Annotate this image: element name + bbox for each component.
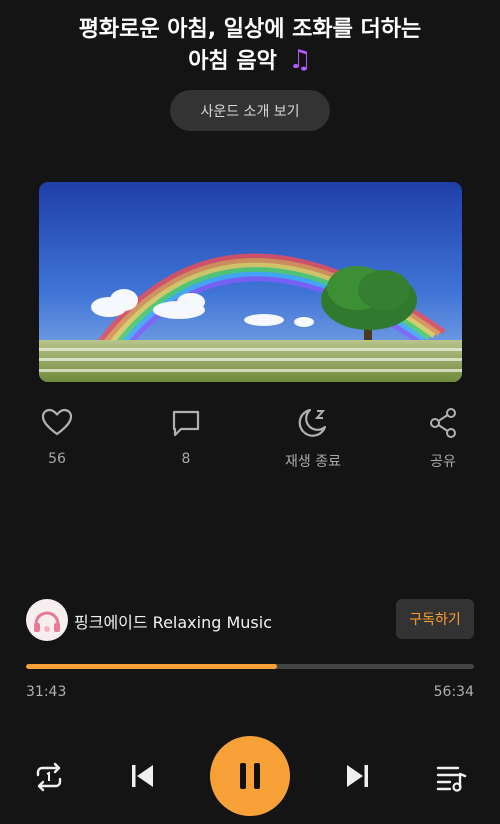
- like-button[interactable]: 56: [12, 406, 102, 467]
- title-line-2: 아침 음악: [188, 49, 277, 74]
- sleep-timer-button[interactable]: 재생 종료: [268, 406, 358, 471]
- heart-icon: [41, 408, 73, 436]
- skip-next-icon: [347, 765, 368, 787]
- repeat-icon: [36, 762, 62, 792]
- subscribe-button[interactable]: 구독하기: [396, 599, 474, 639]
- share-button[interactable]: 공유: [398, 406, 488, 471]
- seek-bar[interactable]: [26, 664, 474, 669]
- comment-icon: [172, 410, 200, 437]
- music-note-emoji: ♫: [288, 45, 312, 75]
- music-player-screen: 평화로운 아침, 일상에 조화를 더하는 아침 음악 ♫ 사운드 소개 보기 5…: [0, 0, 500, 824]
- like-count: 56: [48, 451, 66, 467]
- total-time: 56:34: [433, 684, 474, 700]
- comment-button[interactable]: 8: [141, 406, 231, 467]
- previous-button[interactable]: [124, 758, 160, 794]
- playlist-icon: [436, 766, 467, 792]
- sleep-timer-label: 재생 종료: [285, 454, 341, 470]
- share-label: 공유: [430, 454, 456, 470]
- action-bar: 56 8 재생 종료 공유: [0, 406, 500, 476]
- channel-avatar[interactable]: [26, 599, 68, 641]
- rainbow-landscape-image: [39, 182, 462, 382]
- elapsed-time: 31:43: [26, 684, 67, 700]
- album-artwork: [39, 182, 462, 382]
- skip-previous-icon: [132, 765, 153, 787]
- title-line-1: 평화로운 아침, 일상에 조화를 더하는: [78, 17, 422, 42]
- next-button[interactable]: [340, 758, 376, 794]
- playback-controls: [0, 736, 500, 816]
- pause-icon: [240, 763, 260, 789]
- channel-name[interactable]: 핑크에이드 Relaxing Music: [74, 609, 272, 633]
- sound-intro-button[interactable]: 사운드 소개 보기: [170, 90, 330, 131]
- playlist-button[interactable]: [432, 758, 470, 796]
- channel-row: 핑크에이드 Relaxing Music 구독하기: [26, 597, 474, 643]
- page-title: 평화로운 아침, 일상에 조화를 더하는 아침 음악 ♫: [20, 14, 480, 77]
- sleep-timer-icon: [298, 408, 327, 437]
- repeat-button[interactable]: [30, 758, 68, 796]
- comment-count: 8: [181, 451, 191, 467]
- headphones-logo-icon: [27, 600, 67, 640]
- play-pause-button[interactable]: [210, 736, 290, 816]
- share-icon: [430, 408, 456, 438]
- seek-bar-progress: [26, 664, 278, 669]
